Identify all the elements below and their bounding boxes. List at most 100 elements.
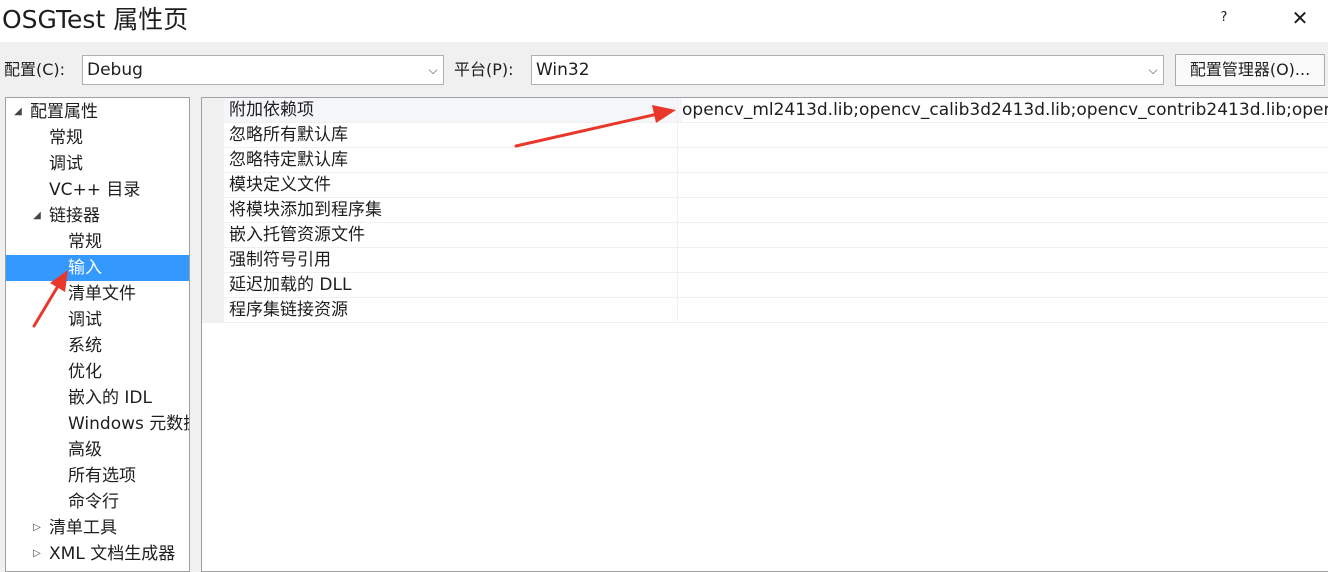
tree-item-label: 系统 bbox=[68, 336, 102, 356]
property-value[interactable] bbox=[682, 148, 1328, 172]
property-row[interactable]: 附加依赖项 opencv_ml2413d.lib;opencv_calib3d24… bbox=[202, 98, 1328, 123]
tree-item[interactable]: 调试 bbox=[6, 151, 189, 177]
tree-item[interactable]: 输入 bbox=[6, 255, 189, 281]
platform-dropdown[interactable]: Win32 ⌵ bbox=[531, 55, 1164, 85]
collapsed-icon[interactable]: ▷ bbox=[31, 515, 43, 541]
chevron-down-icon: ⌵ bbox=[428, 63, 438, 77]
tree-item-label: 清单工具 bbox=[49, 518, 117, 538]
property-value[interactable] bbox=[682, 173, 1328, 197]
config-label: 配置(C): bbox=[4, 60, 66, 79]
property-value[interactable] bbox=[682, 198, 1328, 222]
tree-item-label: 常规 bbox=[49, 128, 83, 148]
property-name: 程序集链接资源 bbox=[229, 300, 348, 320]
config-value: Debug bbox=[87, 60, 143, 80]
row-gutter bbox=[202, 298, 224, 322]
tree-item-label: 嵌入的 IDL bbox=[68, 388, 152, 408]
tree-item[interactable]: 常规 bbox=[6, 125, 189, 151]
tree-item[interactable]: ◢ 链接器 bbox=[6, 203, 189, 229]
tree-item-label: 配置属性 bbox=[30, 102, 98, 122]
property-name: 延迟加载的 DLL bbox=[229, 275, 352, 295]
tree-item[interactable]: 调试 bbox=[6, 307, 189, 333]
tree-item[interactable]: 所有选项 bbox=[6, 463, 189, 489]
property-tree: ◢ 配置属性 常规 调试 VC++ 目录 ◢ 链接器 常规 输入 清单文件 调试 系统 优化 嵌入的 ID… bbox=[5, 97, 190, 572]
column-divider bbox=[677, 173, 678, 197]
tree-item-label: 调试 bbox=[68, 310, 102, 330]
column-divider bbox=[677, 223, 678, 247]
platform-value: Win32 bbox=[536, 60, 590, 80]
row-gutter bbox=[202, 198, 224, 222]
platform-label: 平台(P): bbox=[454, 60, 514, 79]
title-bar: OSGTest 属性页 ? ✕ bbox=[0, 0, 1328, 42]
tree-item[interactable]: 高级 bbox=[6, 437, 189, 463]
tree-item[interactable]: 命令行 bbox=[6, 489, 189, 515]
property-value[interactable] bbox=[682, 273, 1328, 297]
property-grid: 附加依赖项 opencv_ml2413d.lib;opencv_calib3d24… bbox=[201, 97, 1328, 572]
column-divider bbox=[677, 248, 678, 272]
tree-item[interactable]: VC++ 目录 bbox=[6, 177, 189, 203]
column-divider bbox=[677, 273, 678, 297]
tree-item[interactable]: 系统 bbox=[6, 333, 189, 359]
property-row[interactable]: 强制符号引用 bbox=[202, 248, 1328, 273]
config-dropdown[interactable]: Debug ⌵ bbox=[82, 55, 444, 85]
tree-item[interactable]: Windows 元数据 bbox=[6, 411, 189, 437]
property-name: 强制符号引用 bbox=[229, 250, 331, 270]
collapsed-icon[interactable]: ▷ bbox=[31, 541, 43, 567]
property-value[interactable] bbox=[682, 123, 1328, 147]
column-divider bbox=[677, 98, 678, 122]
close-button[interactable]: ✕ bbox=[1288, 6, 1312, 30]
tree-item[interactable]: ◢ 配置属性 bbox=[6, 99, 189, 125]
property-value[interactable] bbox=[682, 298, 1328, 322]
property-row[interactable]: 忽略所有默认库 bbox=[202, 123, 1328, 148]
row-gutter bbox=[202, 223, 224, 247]
row-gutter bbox=[202, 173, 224, 197]
property-name: 忽略特定默认库 bbox=[229, 150, 348, 170]
tree-item-label: 调试 bbox=[49, 154, 83, 174]
property-name: 将模块添加到程序集 bbox=[229, 200, 382, 220]
property-row[interactable]: 延迟加载的 DLL bbox=[202, 273, 1328, 298]
property-row[interactable]: 忽略特定默认库 bbox=[202, 148, 1328, 173]
tree-item[interactable]: ▷ 清单工具 bbox=[6, 515, 189, 541]
tree-item-label: XML 文档生成器 bbox=[49, 544, 176, 564]
row-gutter bbox=[202, 148, 224, 172]
property-row[interactable]: 模块定义文件 bbox=[202, 173, 1328, 198]
row-gutter bbox=[202, 98, 224, 122]
tree-item[interactable]: 嵌入的 IDL bbox=[6, 385, 189, 411]
tree-item-label: 高级 bbox=[68, 440, 102, 460]
help-button[interactable]: ? bbox=[1212, 6, 1236, 30]
property-name: 忽略所有默认库 bbox=[229, 125, 348, 145]
property-value[interactable] bbox=[682, 223, 1328, 247]
configuration-manager-button[interactable]: 配置管理器(O)... bbox=[1175, 54, 1325, 86]
tree-item[interactable]: 优化 bbox=[6, 359, 189, 385]
tree-item[interactable]: 清单文件 bbox=[6, 281, 189, 307]
tree-item[interactable]: ▷ XML 文档生成器 bbox=[6, 541, 189, 567]
tree-item-label: 命令行 bbox=[68, 492, 119, 512]
chevron-down-icon: ⌵ bbox=[1148, 63, 1158, 77]
property-name: 嵌入托管资源文件 bbox=[229, 225, 365, 245]
tree-item-label: 清单文件 bbox=[68, 284, 136, 304]
property-name: 附加依赖项 bbox=[229, 100, 314, 120]
column-divider bbox=[677, 123, 678, 147]
property-row[interactable]: 嵌入托管资源文件 bbox=[202, 223, 1328, 248]
tree-item[interactable]: 常规 bbox=[6, 229, 189, 255]
column-divider bbox=[677, 148, 678, 172]
tree-item-label: Windows 元数据 bbox=[68, 414, 189, 434]
row-gutter bbox=[202, 123, 224, 147]
column-divider bbox=[677, 198, 678, 222]
tree-item-label: VC++ 目录 bbox=[49, 180, 141, 200]
property-value[interactable]: opencv_ml2413d.lib;opencv_calib3d2413d.l… bbox=[682, 98, 1328, 122]
property-row[interactable]: 将模块添加到程序集 bbox=[202, 198, 1328, 223]
window-title: OSGTest 属性页 bbox=[2, 5, 189, 34]
property-row[interactable]: 程序集链接资源 bbox=[202, 298, 1328, 323]
tree-item-label: 常规 bbox=[68, 232, 102, 252]
tree-item-label: 输入 bbox=[68, 258, 102, 278]
row-gutter bbox=[202, 273, 224, 297]
tree-item-label: 链接器 bbox=[49, 206, 100, 226]
expanded-icon[interactable]: ◢ bbox=[12, 99, 24, 125]
property-name: 模块定义文件 bbox=[229, 175, 331, 195]
tree-item-label: 所有选项 bbox=[68, 466, 136, 486]
column-divider bbox=[677, 298, 678, 322]
tree-item-label: 优化 bbox=[68, 362, 102, 382]
property-value[interactable] bbox=[682, 248, 1328, 272]
expanded-icon[interactable]: ◢ bbox=[31, 203, 43, 229]
row-gutter bbox=[202, 248, 224, 272]
